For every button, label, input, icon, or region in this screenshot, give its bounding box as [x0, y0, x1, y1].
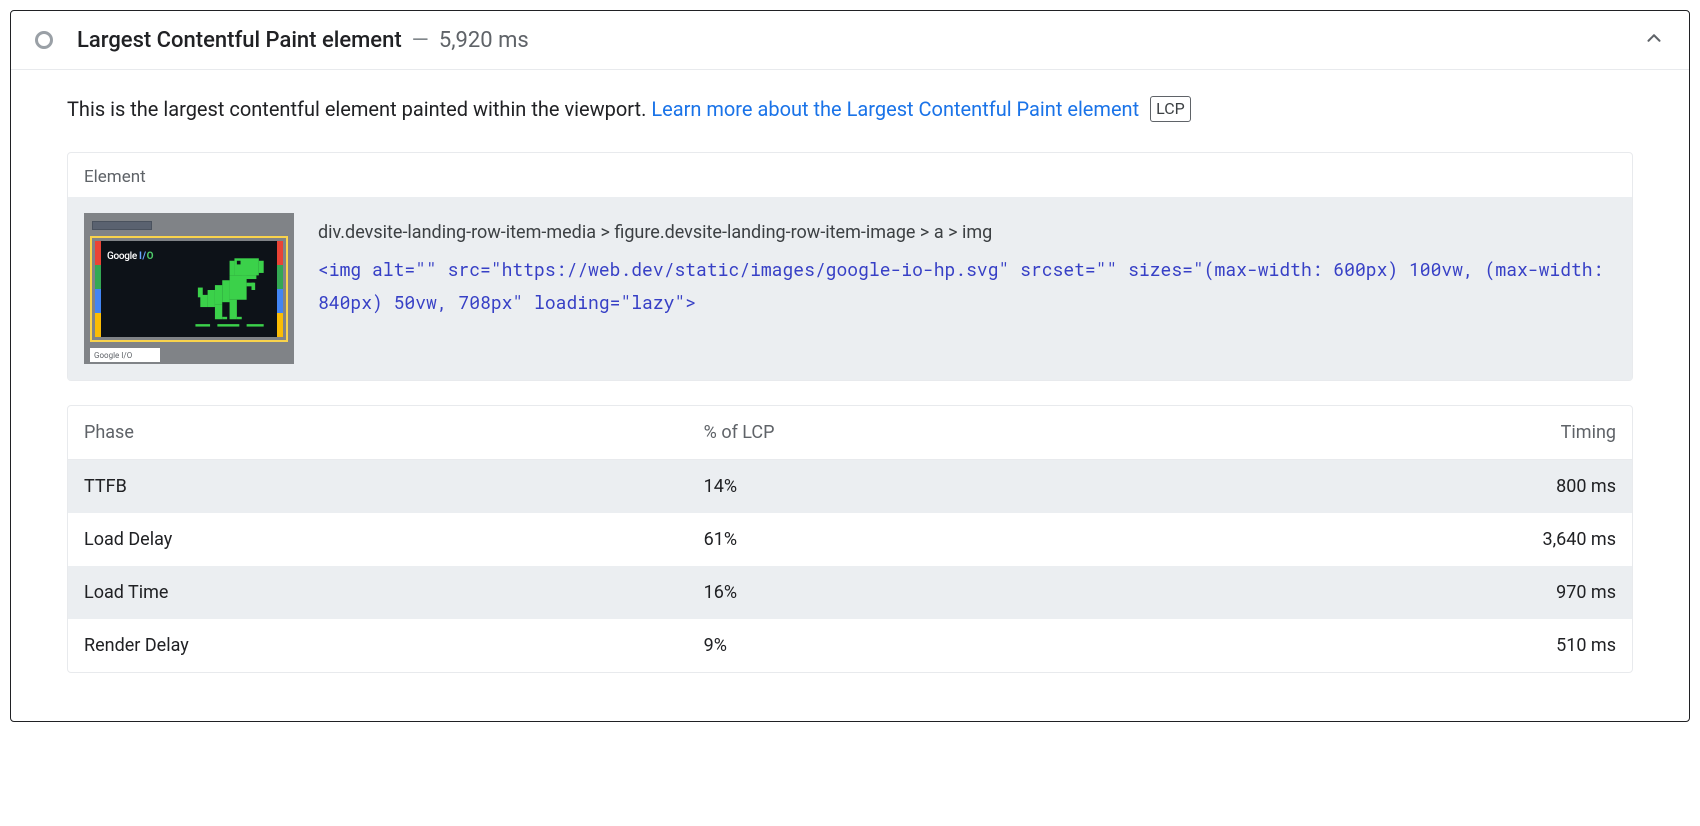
col-header-pct: % of LCP	[688, 406, 1154, 460]
table-row: TTFB 14% 800 ms	[68, 460, 1632, 514]
cell-timing: 3,640 ms	[1154, 513, 1632, 566]
audit-header[interactable]: Largest Contentful Paint element — 5,920…	[11, 11, 1689, 70]
table-row: Render Delay 9% 510 ms	[68, 619, 1632, 672]
audit-title: Largest Contentful Paint element	[77, 28, 402, 53]
cell-timing: 970 ms	[1154, 566, 1632, 619]
thumbnail-brand: GoogleI/O	[101, 241, 187, 337]
phase-table-section: Phase % of LCP Timing TTFB 14% 800 ms Lo…	[67, 405, 1633, 673]
audit-description: This is the largest contentful element p…	[67, 94, 1633, 124]
learn-more-link[interactable]: Learn more about the Largest Contentful …	[651, 97, 1139, 121]
cell-phase: Load Delay	[68, 513, 688, 566]
element-html-code: <img alt="" src="https://web.dev/static/…	[318, 253, 1616, 318]
description-text: This is the largest contentful element p…	[67, 97, 651, 121]
col-header-timing: Timing	[1154, 406, 1632, 460]
cell-phase: Load Time	[68, 566, 688, 619]
element-content: GoogleI/O	[68, 197, 1632, 380]
audit-time: 5,920 ms	[439, 28, 529, 53]
cell-pct: 61%	[688, 513, 1154, 566]
table-row: Load Time 16% 970 ms	[68, 566, 1632, 619]
table-row: Load Delay 61% 3,640 ms	[68, 513, 1632, 566]
title-separator: —	[412, 28, 429, 53]
status-indicator-icon	[35, 31, 53, 49]
cell-phase: Render Delay	[68, 619, 688, 672]
thumbnail-card: GoogleI/O	[90, 236, 288, 342]
thumbnail-brand-google: Google	[107, 251, 137, 262]
element-thumbnail[interactable]: GoogleI/O	[84, 213, 294, 364]
cell-pct: 16%	[688, 566, 1154, 619]
thumbnail-inner: GoogleI/O	[101, 241, 277, 337]
cell-timing: 800 ms	[1154, 460, 1632, 514]
element-selector: div.devsite-landing-row-item-media > fig…	[318, 217, 1616, 249]
cell-phase: TTFB	[68, 460, 688, 514]
cell-pct: 9%	[688, 619, 1154, 672]
chevron-up-icon[interactable]	[1643, 27, 1665, 53]
phase-table: Phase % of LCP Timing TTFB 14% 800 ms Lo…	[68, 406, 1632, 672]
dino-icon	[187, 241, 277, 337]
thumbnail-brand-io: I/O	[139, 251, 154, 262]
element-section-label: Element	[68, 153, 1632, 197]
audit-body: This is the largest contentful element p…	[11, 70, 1689, 721]
thumbnail-chip	[92, 221, 152, 230]
cell-pct: 14%	[688, 460, 1154, 514]
element-section: Element GoogleI/O	[67, 152, 1633, 381]
lcp-badge: LCP	[1150, 96, 1191, 122]
cell-timing: 510 ms	[1154, 619, 1632, 672]
thumbnail-stripe-right	[277, 241, 283, 337]
col-header-phase: Phase	[68, 406, 688, 460]
audit-panel: Largest Contentful Paint element — 5,920…	[10, 10, 1690, 722]
thumbnail-small-label: Google I/O	[90, 348, 160, 362]
element-code-area: div.devsite-landing-row-item-media > fig…	[318, 213, 1616, 318]
